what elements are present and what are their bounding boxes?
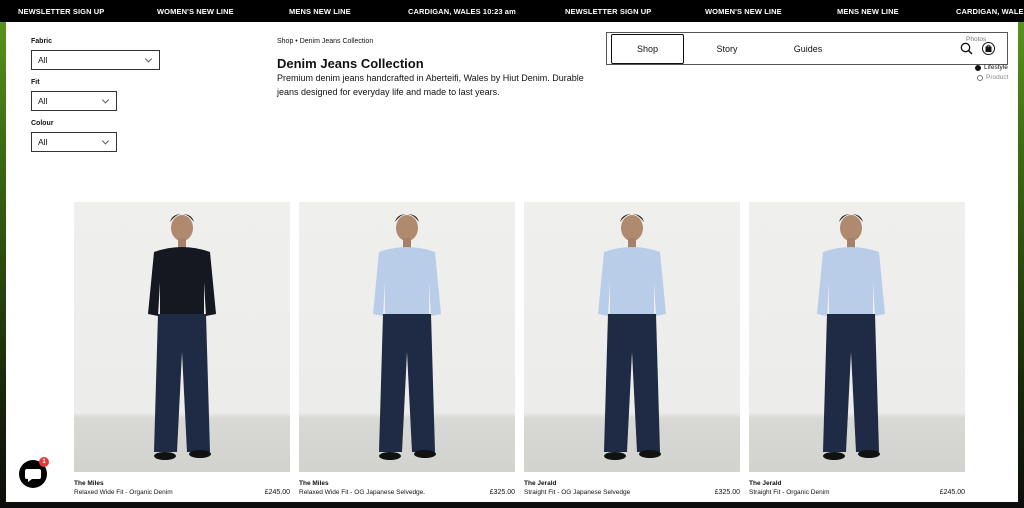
view-option-label: Lifestyle bbox=[984, 64, 1008, 71]
ticker-item: CARDIGAN, WALES 10:23 am bbox=[408, 7, 516, 16]
radio-unselected-icon bbox=[977, 74, 983, 81]
ticker-item[interactable]: WOMEN'S NEW LINE bbox=[705, 7, 782, 16]
page-title: Denim Jeans Collection bbox=[277, 56, 424, 71]
product-fit: Relaxed Wide Fit - Organic Denim bbox=[74, 489, 173, 496]
product-photo[interactable] bbox=[299, 202, 515, 472]
announcement-ticker: NEWSLETTER SIGN UP WOMEN'S NEW LINE MENS… bbox=[0, 0, 1024, 22]
ticker-item[interactable]: NEWSLETTER SIGN UP bbox=[18, 7, 104, 16]
chevron-down-icon bbox=[101, 137, 110, 145]
product-card[interactable]: The Miles Relaxed Wide Fit - Organic Deni… bbox=[74, 202, 290, 496]
ticker-item[interactable]: NEWSLETTER SIGN UP bbox=[565, 7, 651, 16]
collection-description: Premium denim jeans handcrafted in Abert… bbox=[277, 73, 584, 97]
product-photo[interactable] bbox=[524, 202, 740, 472]
ticker-item[interactable]: MENS NEW LINE bbox=[289, 7, 351, 16]
main-nav: Shop Story Guides bbox=[606, 32, 1008, 65]
ticker-item: CARDIGAN, WALES 1 bbox=[956, 7, 1024, 16]
radio-selected-icon bbox=[975, 64, 981, 71]
product-card[interactable]: The Jerald Straight Fit - Organic Denim £2… bbox=[749, 202, 965, 496]
product-name[interactable]: The Jerald bbox=[749, 480, 782, 487]
fit-select-value: All bbox=[38, 96, 48, 106]
colour-select[interactable]: All bbox=[31, 132, 117, 152]
product-price: £245.00 bbox=[264, 489, 290, 496]
colour-filter-label: Colour bbox=[31, 120, 54, 127]
chat-badge: 1 bbox=[39, 457, 49, 467]
breadcrumb[interactable]: Shop • Denim Jeans Collection bbox=[277, 38, 373, 45]
product-name[interactable]: The Jerald bbox=[524, 480, 557, 487]
photos-toggle-label: Photos bbox=[966, 36, 987, 43]
nav-tab-story[interactable]: Story bbox=[692, 34, 762, 64]
view-option-label: Product bbox=[986, 74, 1009, 81]
nav-tab-shop[interactable]: Shop bbox=[611, 34, 684, 64]
chevron-down-icon bbox=[101, 96, 110, 104]
fabric-select-value: All bbox=[38, 55, 48, 65]
product-photo[interactable] bbox=[749, 202, 965, 472]
search-icon[interactable] bbox=[960, 42, 973, 55]
view-option-product[interactable]: Product bbox=[977, 74, 1008, 81]
product-fit: Straight Fit - Organic Denim bbox=[749, 489, 830, 496]
colour-select-value: All bbox=[38, 137, 48, 147]
product-photo[interactable] bbox=[74, 202, 290, 472]
fit-select[interactable]: All bbox=[31, 91, 117, 111]
product-fit: Straight Fit - OG Japanese Selvedge bbox=[524, 489, 631, 496]
product-name[interactable]: The Miles bbox=[299, 480, 329, 487]
product-fit: Relaxed Wide Fit - OG Japanese Selvedge. bbox=[299, 489, 426, 496]
fabric-select[interactable]: All bbox=[31, 50, 160, 70]
product-card[interactable]: The Jerald Straight Fit - OG Japanese Sel… bbox=[524, 202, 740, 496]
chevron-down-icon bbox=[144, 55, 153, 63]
product-name[interactable]: The Miles bbox=[74, 480, 104, 487]
product-card[interactable]: The Miles Relaxed Wide Fit - OG Japanese … bbox=[299, 202, 515, 496]
bag-icon[interactable] bbox=[982, 42, 995, 55]
ticker-item[interactable]: MENS NEW LINE bbox=[837, 7, 899, 16]
product-price: £325.00 bbox=[489, 489, 515, 496]
product-price: £325.00 bbox=[714, 489, 740, 496]
fit-filter-label: Fit bbox=[31, 79, 40, 86]
view-option-lifestyle[interactable]: Lifestyle bbox=[975, 64, 1008, 71]
fabric-filter-label: Fabric bbox=[31, 38, 53, 45]
nav-tab-guides[interactable]: Guides bbox=[773, 34, 843, 64]
product-price: £245.00 bbox=[939, 489, 965, 496]
page-content: Fabric All Fit All Colour All Shop • Den… bbox=[6, 22, 1018, 502]
ticker-item[interactable]: WOMEN'S NEW LINE bbox=[157, 7, 234, 16]
